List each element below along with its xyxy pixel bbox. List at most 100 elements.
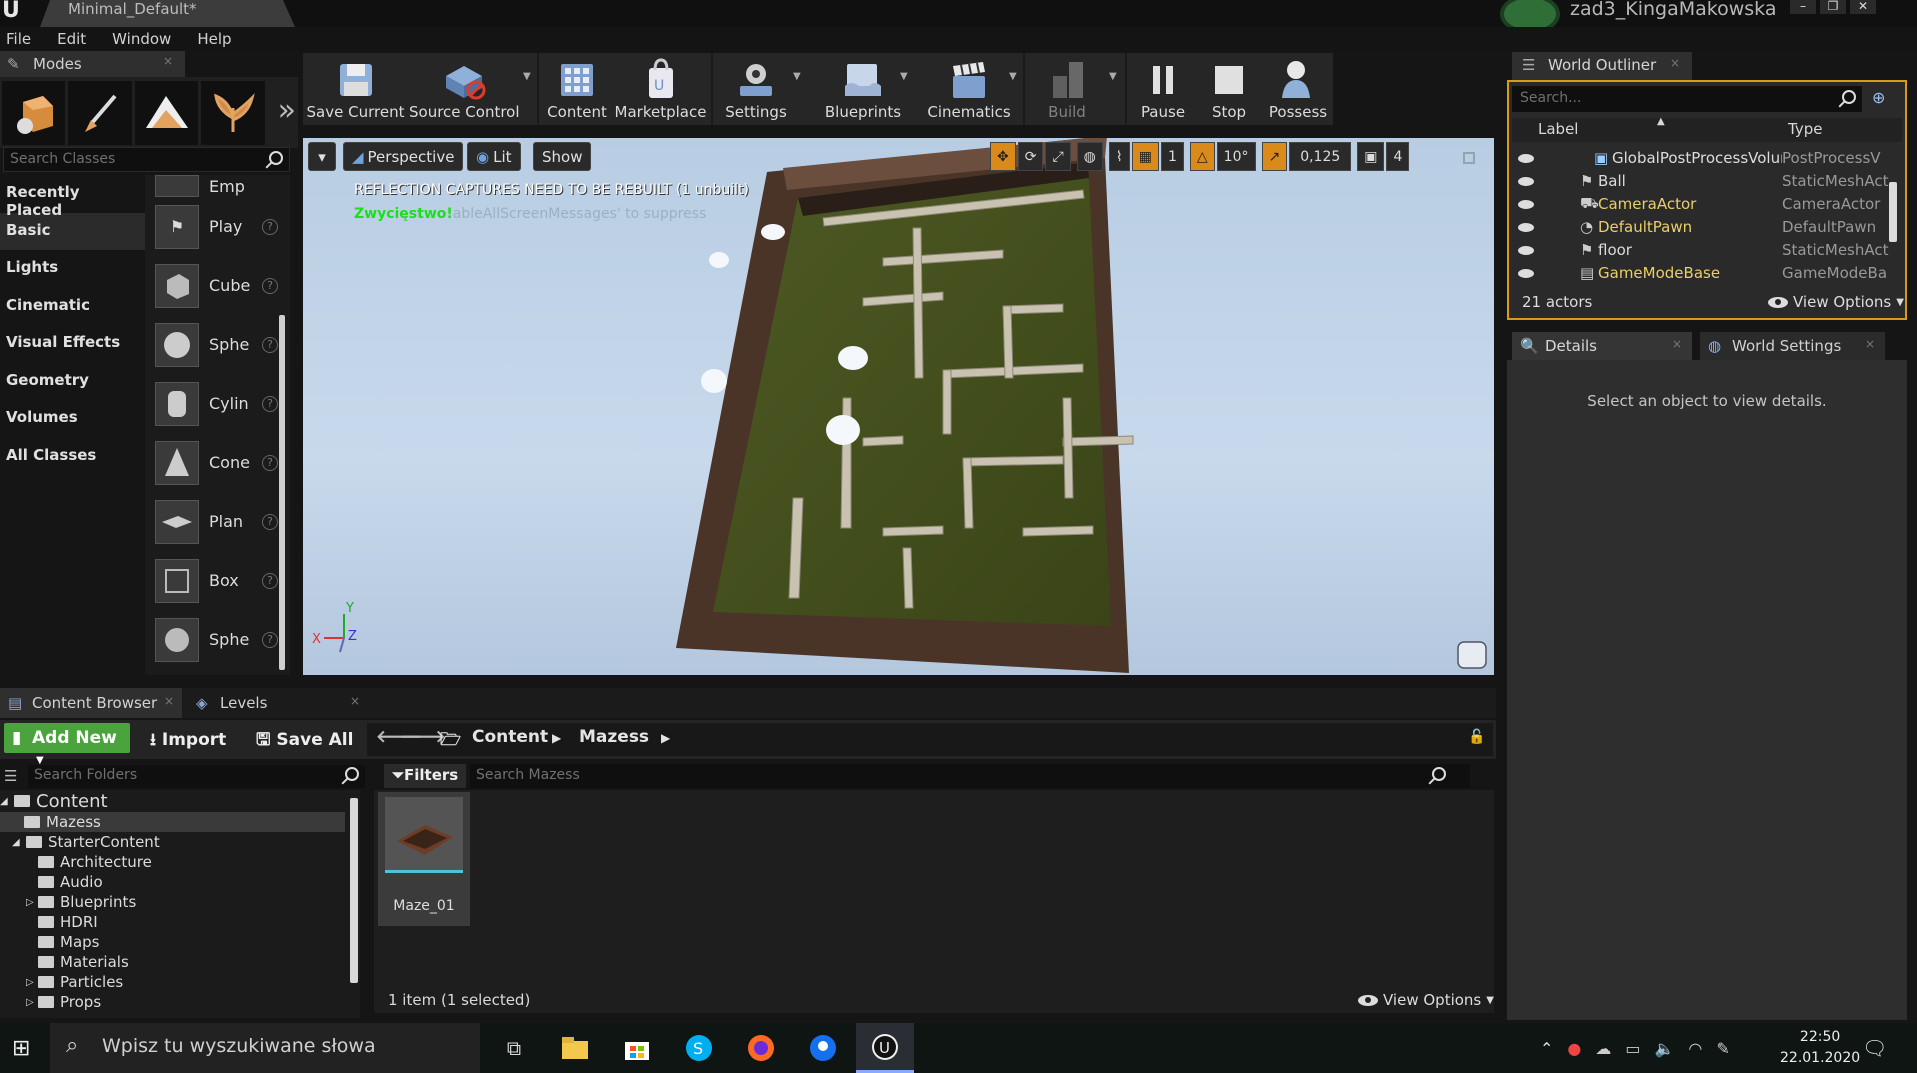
close-icon[interactable]: × — [1672, 337, 1682, 351]
folder-row[interactable]: HDRI — [0, 912, 360, 932]
help-icon[interactable]: ? — [262, 277, 278, 294]
visibility-eye-icon[interactable] — [1518, 176, 1534, 186]
pen-icon[interactable]: ✎ — [1716, 1039, 1729, 1058]
network-warning-icon[interactable]: ☁ — [1595, 1039, 1611, 1058]
chevron-down-icon[interactable]: ▼ — [900, 71, 908, 82]
volume-icon[interactable]: 🔈 — [1655, 1039, 1675, 1058]
level-tab[interactable]: Minimal_Default* — [40, 0, 295, 27]
menu-file[interactable]: File — [6, 30, 31, 48]
outliner-row[interactable]: ⚑ Ball StaticMeshAct — [1512, 170, 1892, 192]
content-view-options-button[interactable]: View Options ▼ — [1358, 991, 1494, 1009]
scale-snap-toggle[interactable]: ↗ — [1261, 142, 1288, 171]
category-cinematic[interactable]: Cinematic — [0, 288, 145, 326]
expand-arrow-icon[interactable]: ▷ — [26, 977, 38, 988]
tab-details[interactable]: 🔍 Details × — [1512, 332, 1692, 360]
folder-row[interactable]: Architecture — [0, 852, 360, 872]
close-icon[interactable]: × — [1670, 56, 1680, 70]
type-column-header[interactable]: Type — [1788, 120, 1822, 138]
outliner-scrollbar[interactable] — [1889, 182, 1897, 242]
outliner-row[interactable]: ▤ GameModeBase GameModeBa — [1512, 262, 1892, 284]
blueprints-button[interactable]: Blueprints — [813, 53, 913, 125]
tab-world-outliner[interactable]: ☰ World Outliner × — [1512, 52, 1692, 80]
outliner-row[interactable]: ◔ DefaultPawn DefaultPawn — [1512, 216, 1892, 238]
outliner-row[interactable]: ⛟ CameraActor CameraActor — [1512, 193, 1892, 215]
breadcrumb-separator-icon[interactable]: ▶ — [661, 731, 670, 745]
label-column-header[interactable]: Label — [1538, 120, 1578, 138]
rotate-tool-button[interactable]: ⟳ — [1017, 142, 1044, 171]
pause-button[interactable]: Pause — [1129, 53, 1197, 125]
forward-arrow-icon[interactable]: 🡒 — [400, 727, 446, 747]
save-all-button[interactable]: 🖫 Save All — [256, 727, 353, 756]
notifications-icon[interactable]: 🗨 — [1862, 1036, 1887, 1060]
breadcrumb-separator-icon[interactable]: ▶ — [552, 731, 561, 745]
visibility-eye-icon[interactable] — [1518, 153, 1534, 163]
maximize-viewport-icon[interactable] — [1463, 152, 1475, 164]
help-icon[interactable]: ? — [262, 631, 278, 648]
search-classes-input[interactable]: Search Classes — [3, 147, 290, 172]
close-icon[interactable]: × — [164, 694, 174, 708]
marketplace-button[interactable]: U Marketplace — [613, 53, 708, 125]
close-icon[interactable]: × — [350, 694, 360, 708]
help-icon[interactable]: ? — [262, 395, 278, 412]
place-item[interactable]: ⚑ Play? — [145, 197, 290, 256]
category-lights[interactable]: Lights — [0, 250, 145, 288]
expand-arrow-icon[interactable]: ▷ — [26, 897, 38, 908]
help-icon[interactable]: ? — [262, 336, 278, 353]
visibility-eye-icon[interactable] — [1518, 268, 1534, 278]
breadcrumb-content[interactable]: Content — [472, 727, 548, 747]
place-item[interactable]: Cylin? — [145, 374, 290, 433]
visibility-eye-icon[interactable] — [1518, 199, 1534, 209]
place-item[interactable]: Sphe? — [145, 315, 290, 374]
cinematics-button[interactable]: Cinematics — [915, 53, 1023, 125]
coordinate-system-button[interactable]: ◍ — [1076, 142, 1103, 171]
menu-window[interactable]: Window — [112, 30, 171, 48]
breadcrumb-mazess[interactable]: Mazess — [579, 727, 649, 747]
save-current-button[interactable]: Save Current — [303, 53, 408, 125]
outliner-view-options-button[interactable]: View Options ▼ — [1768, 293, 1904, 311]
folder-row[interactable]: Audio — [0, 872, 360, 892]
search-folders-input[interactable]: Search Folders — [28, 765, 365, 788]
lock-icon[interactable]: 🔓 — [1468, 729, 1485, 745]
viewport-options-button[interactable]: ▾ — [308, 142, 336, 171]
possess-button[interactable]: Possess — [1263, 53, 1333, 125]
visibility-eye-icon[interactable] — [1518, 222, 1534, 232]
folder-row[interactable]: ▷ Particles — [0, 972, 360, 992]
folder-tree-scrollbar[interactable] — [350, 798, 358, 983]
place-item[interactable]: Emp — [145, 175, 290, 197]
file-explorer-button[interactable] — [546, 1023, 604, 1073]
visibility-eye-icon[interactable] — [1518, 245, 1534, 255]
scale-snap-value[interactable]: 0,125 — [1289, 142, 1352, 171]
tab-content-browser[interactable]: ▤ Content Browser × — [0, 688, 182, 718]
collapse-arrow-icon[interactable]: ◢ — [12, 837, 26, 848]
modes-tab[interactable]: ✎ Modes × — [0, 51, 185, 77]
antivirus-icon[interactable]: ● — [1567, 1039, 1581, 1058]
restore-icon[interactable]: ❐ — [1820, 0, 1846, 14]
unreal-engine-button[interactable]: U — [856, 1023, 914, 1073]
place-item[interactable]: Plan? — [145, 492, 290, 551]
stop-button[interactable]: Stop — [1197, 53, 1261, 125]
chevron-down-icon[interactable]: ▼ — [1109, 71, 1117, 82]
content-button[interactable]: Content — [541, 53, 613, 125]
windows-start-icon[interactable]: ⊞ — [12, 1036, 30, 1061]
chevron-down-icon[interactable]: ▼ — [793, 71, 801, 82]
chevron-down-icon[interactable]: ▼ — [523, 71, 531, 82]
build-button[interactable]: Build — [1027, 53, 1107, 125]
place-item[interactable]: Cone? — [145, 433, 290, 492]
category-visual-effects[interactable]: Visual Effects — [0, 325, 145, 363]
outliner-row[interactable]: ▣ GlobalPostProcessVolur PostProcessV — [1512, 147, 1892, 169]
modes-scrollbar[interactable] — [279, 315, 285, 670]
category-all-classes[interactable]: All Classes — [0, 438, 145, 476]
tab-world-settings[interactable]: ◍ World Settings × — [1700, 332, 1885, 360]
expand-arrow-icon[interactable]: ▷ — [26, 997, 38, 1008]
place-item[interactable]: Cube? — [145, 256, 290, 315]
folder-row[interactable]: Maps — [0, 932, 360, 952]
translate-tool-button[interactable]: ✥ — [990, 142, 1016, 171]
close-icon[interactable]: × — [1865, 337, 1875, 351]
folder-row[interactable]: Mazess — [0, 812, 345, 832]
more-modes-icon[interactable]: » — [268, 81, 296, 144]
help-icon[interactable]: ? — [262, 454, 278, 471]
show-button[interactable]: Show — [533, 142, 592, 171]
paint-mode-button[interactable] — [68, 81, 132, 145]
import-button[interactable]: ⭳ Import — [150, 727, 226, 756]
foliage-mode-button[interactable] — [201, 81, 265, 145]
